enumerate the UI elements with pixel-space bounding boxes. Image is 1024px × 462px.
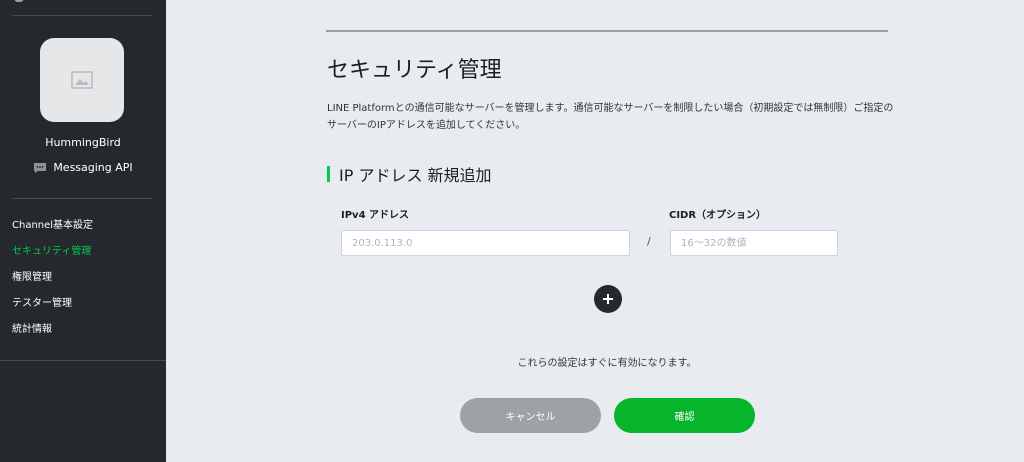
chat-bubble-icon — [33, 162, 47, 174]
sidebar-item-statistics[interactable]: 統計情報 — [0, 320, 166, 346]
divider — [0, 360, 166, 361]
cidr-input[interactable] — [670, 230, 838, 256]
section-accent-bar — [327, 166, 330, 182]
sidebar-item-testers[interactable]: テスター管理 — [0, 294, 166, 320]
sidebar: HummingBird Messaging API Channel基本設定 セキ… — [0, 0, 166, 462]
channel-type: Messaging API — [0, 161, 166, 174]
channel-name: HummingBird — [45, 136, 121, 149]
cancel-button[interactable]: キャンセル — [460, 398, 601, 433]
sidebar-item-channel-basic-settings[interactable]: Channel基本設定 — [0, 216, 166, 242]
image-placeholder-icon — [71, 71, 93, 89]
divider — [12, 15, 152, 16]
plus-icon — [603, 294, 613, 304]
page-description: LINE Platformとの通信可能なサーバーを管理します。通信可能なサーバー… — [327, 103, 894, 131]
sidebar-item-permissions[interactable]: 権限管理 — [0, 268, 166, 294]
top-rule — [326, 30, 888, 32]
settings-notice: これらの設定はすぐに有効になります。 — [517, 358, 697, 369]
page-title: セキュリティ管理 — [327, 58, 502, 83]
ip-address-input[interactable] — [341, 230, 630, 256]
sidebar-item-security[interactable]: セキュリティ管理 — [0, 242, 166, 268]
add-ip-button[interactable] — [594, 285, 622, 313]
divider — [12, 198, 152, 199]
logo-fragment — [14, 0, 24, 2]
section-heading: IP アドレス 新規追加 — [327, 162, 492, 186]
section-heading-text: IP アドレス 新規追加 — [339, 166, 492, 185]
confirm-button[interactable]: 確認 — [614, 398, 755, 433]
cidr-label: CIDR（オプション） — [669, 210, 767, 221]
main-content: セキュリティ管理 LINE Platformとの通信可能なサーバーを管理します。… — [166, 0, 1024, 462]
ip-cidr-separator: / — [647, 235, 651, 248]
sidebar-nav: Channel基本設定 セキュリティ管理 権限管理 テスター管理 統計情報 — [0, 216, 166, 346]
channel-avatar[interactable] — [40, 38, 124, 122]
channel-type-label: Messaging API — [53, 161, 133, 174]
ip-address-label: IPv4 アドレス — [341, 210, 410, 221]
